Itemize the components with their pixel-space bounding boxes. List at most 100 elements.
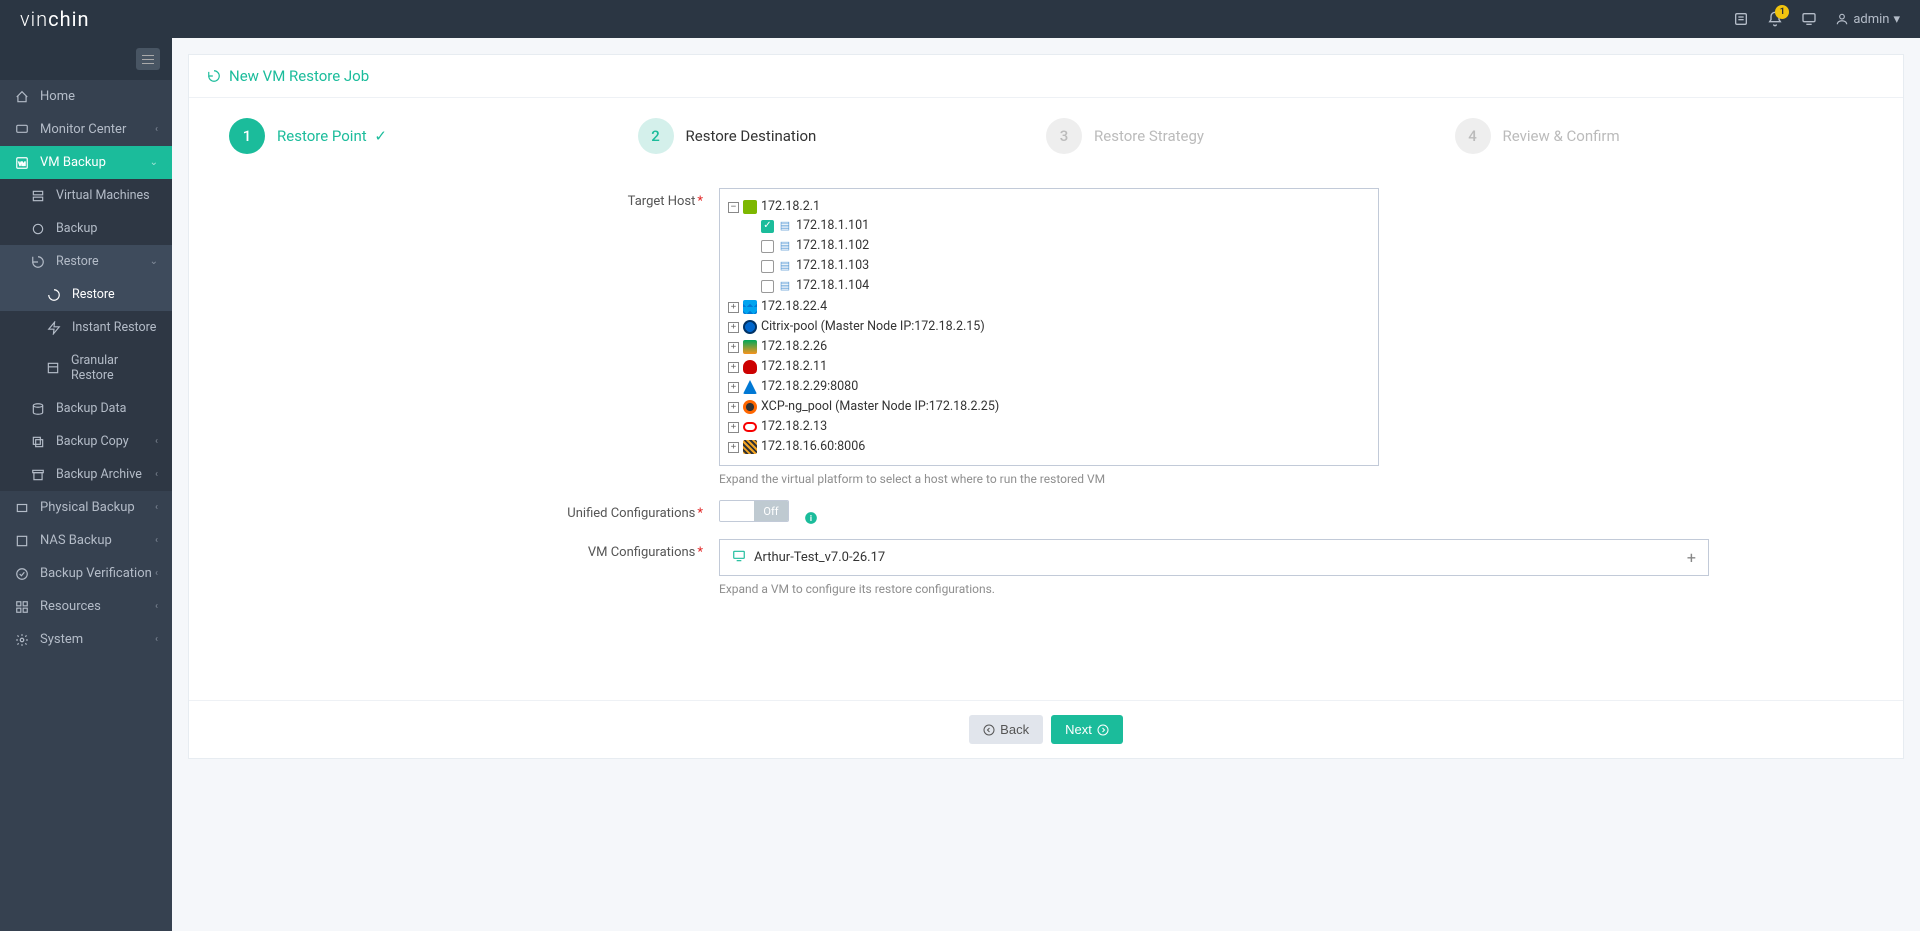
tree-node-host-3[interactable]: ▤ 172.18.1.103 — [746, 257, 1370, 275]
tree-node-host-4[interactable]: ▤ 172.18.1.104 — [746, 277, 1370, 295]
target-host-tree[interactable]: − 172.18.2.1 ✓ ▤ 172.18.1.101 — [719, 188, 1379, 466]
tree-expand-icon[interactable]: + — [728, 402, 739, 413]
tree-expand-icon[interactable]: + — [728, 302, 739, 313]
step-restore-strategy[interactable]: 3 Restore Strategy — [1046, 118, 1455, 154]
sidebar-item-nas-backup[interactable]: NAS Backup ‹ — [0, 524, 172, 557]
tree-node-oracle[interactable]: + 172.18.2.13 — [728, 418, 1370, 436]
checkbox[interactable] — [761, 240, 774, 253]
sidebar-label-restore-sub: Restore — [72, 287, 115, 302]
sidebar-label-backup-copy: Backup Copy — [56, 434, 129, 449]
wizard-steps: 1 Restore Point ✓ 2 Restore Destination … — [189, 98, 1903, 184]
sidebar-item-backup-data[interactable]: Backup Data — [0, 392, 172, 425]
sidebar-item-resources[interactable]: Resources ‹ — [0, 590, 172, 623]
checkbox-checked[interactable]: ✓ — [761, 220, 774, 233]
notification-badge: 1 — [1775, 5, 1789, 19]
tree-node-host-1[interactable]: ✓ ▤ 172.18.1.101 — [746, 217, 1370, 235]
sidebar-item-backup-verification[interactable]: Backup Verification ‹ — [0, 557, 172, 590]
tree-node-citrix[interactable]: + Citrix-pool (Master Node IP:172.18.2.1… — [728, 318, 1370, 336]
chevron-left-icon: ‹ — [155, 601, 158, 612]
chevron-left-icon: ‹ — [155, 469, 158, 480]
tree-node-label: 172.18.1.102 — [796, 237, 869, 255]
arrow-right-icon — [1097, 724, 1109, 736]
sidebar-submenu-restore: Restore Instant Restore Granular Restore — [0, 278, 172, 392]
user-name: admin — [1853, 12, 1889, 27]
sidebar-item-granular-restore[interactable]: Granular Restore — [0, 344, 172, 392]
tree-node-sangfor[interactable]: + 172.18.2.26 — [728, 338, 1370, 356]
tree-expand-icon[interactable]: + — [728, 362, 739, 373]
screen-icon[interactable] — [1801, 11, 1817, 27]
tree-node-label: 172.18.16.60:8006 — [761, 438, 865, 456]
tree-collapse-icon[interactable]: − — [728, 202, 739, 213]
data-icon — [30, 402, 46, 416]
vmware-icon — [743, 200, 757, 214]
notification-icon[interactable]: 1 — [1767, 11, 1783, 27]
hyperv-icon — [743, 300, 757, 314]
sidebar-item-backup-archive[interactable]: Backup Archive ‹ — [0, 458, 172, 491]
sidebar-item-physical-backup[interactable]: Physical Backup ‹ — [0, 491, 172, 524]
oracle-icon — [743, 422, 757, 432]
vm-config-item[interactable]: Arthur-Test_v7.0-26.17 + — [719, 539, 1709, 576]
checkbox[interactable] — [761, 260, 774, 273]
sidebar-item-instant-restore[interactable]: Instant Restore — [0, 311, 172, 344]
tree-expand-icon[interactable]: + — [728, 322, 739, 333]
archive-icon — [30, 468, 46, 482]
next-button-label: Next — [1065, 722, 1092, 737]
sidebar-item-vm-backup[interactable]: VM VM Backup ⌄ — [0, 146, 172, 179]
panel-header: New VM Restore Job — [189, 55, 1903, 98]
chevron-left-icon: ‹ — [155, 634, 158, 645]
tree-node-azure[interactable]: + 172.18.2.29:8080 — [728, 378, 1370, 396]
sidebar-label-virtual-machines: Virtual Machines — [56, 188, 150, 203]
arrow-left-icon — [983, 724, 995, 736]
sidebar-label-system: System — [40, 632, 83, 647]
sidebar-item-backup[interactable]: Backup — [0, 212, 172, 245]
form-row-vm-config: VM Configurations* Arthur-Test_v7.0-26.1… — [189, 535, 1903, 600]
sidebar-submenu-vm-backup: Virtual Machines Backup Restore ⌄ Restor… — [0, 179, 172, 491]
tree-node-redhat[interactable]: + 172.18.2.11 — [728, 358, 1370, 376]
step-restore-destination[interactable]: 2 Restore Destination — [638, 118, 1047, 154]
tree-node-xcpng[interactable]: + XCP-ng_pool (Master Node IP:172.18.2.2… — [728, 398, 1370, 416]
nas-icon — [14, 534, 30, 548]
sidebar-item-monitor[interactable]: Monitor Center ‹ — [0, 113, 172, 146]
label-vm-config: VM Configurations* — [229, 539, 719, 596]
sidebar-item-restore-sub[interactable]: Restore — [0, 278, 172, 311]
granular-icon — [46, 361, 61, 375]
tree-node-nutanix[interactable]: + 172.18.16.60:8006 — [728, 438, 1370, 456]
next-button[interactable]: Next — [1051, 715, 1123, 744]
log-icon[interactable] — [1733, 11, 1749, 27]
page-title: New VM Restore Job — [229, 67, 369, 85]
main-content: New VM Restore Job 1 Restore Point ✓ 2 R… — [172, 38, 1920, 931]
step-number: 1 — [229, 118, 265, 154]
back-button[interactable]: Back — [969, 715, 1043, 744]
checkbox[interactable] — [761, 280, 774, 293]
sidebar-toggle-button[interactable] — [136, 48, 160, 70]
restore-icon — [46, 288, 62, 302]
azure-icon — [743, 380, 757, 394]
toggle-unified-config[interactable]: Off — [719, 500, 789, 522]
sidebar-item-system[interactable]: System ‹ — [0, 623, 172, 656]
plus-icon[interactable]: + — [1687, 548, 1696, 567]
tree-expand-icon[interactable]: + — [728, 442, 739, 453]
tree-node-host-2[interactable]: ▤ 172.18.1.102 — [746, 237, 1370, 255]
topbar: vinchin 1 admin ▾ — [0, 0, 1920, 38]
sidebar-item-restore[interactable]: Restore ⌄ — [0, 245, 172, 278]
topbar-right: 1 admin ▾ — [1733, 11, 1900, 27]
info-icon[interactable]: i — [804, 511, 818, 525]
step-review-confirm[interactable]: 4 Review & Confirm — [1455, 118, 1864, 154]
tree-node-vmware-root[interactable]: − 172.18.2.1 — [728, 198, 1370, 216]
tree-expand-icon[interactable]: + — [728, 382, 739, 393]
instant-icon — [46, 321, 62, 335]
sidebar-item-home[interactable]: Home — [0, 80, 172, 113]
tree-node-hyperv[interactable]: + 172.18.22.4 — [728, 298, 1370, 316]
toggle-off-label: Off — [754, 501, 788, 521]
monitor-icon — [14, 123, 30, 137]
tree-expand-icon[interactable]: + — [728, 342, 739, 353]
tree-node-label: 172.18.2.29:8080 — [761, 378, 858, 396]
server-icon: ▤ — [778, 259, 792, 273]
sidebar-item-backup-copy[interactable]: Backup Copy ‹ — [0, 425, 172, 458]
sidebar-item-virtual-machines[interactable]: Virtual Machines — [0, 179, 172, 212]
user-menu[interactable]: admin ▾ — [1835, 12, 1900, 27]
toggle-on-side — [720, 501, 754, 521]
step-restore-point[interactable]: 1 Restore Point ✓ — [229, 118, 638, 154]
helper-text-vm-config: Expand a VM to configure its restore con… — [719, 582, 1709, 596]
tree-expand-icon[interactable]: + — [728, 422, 739, 433]
